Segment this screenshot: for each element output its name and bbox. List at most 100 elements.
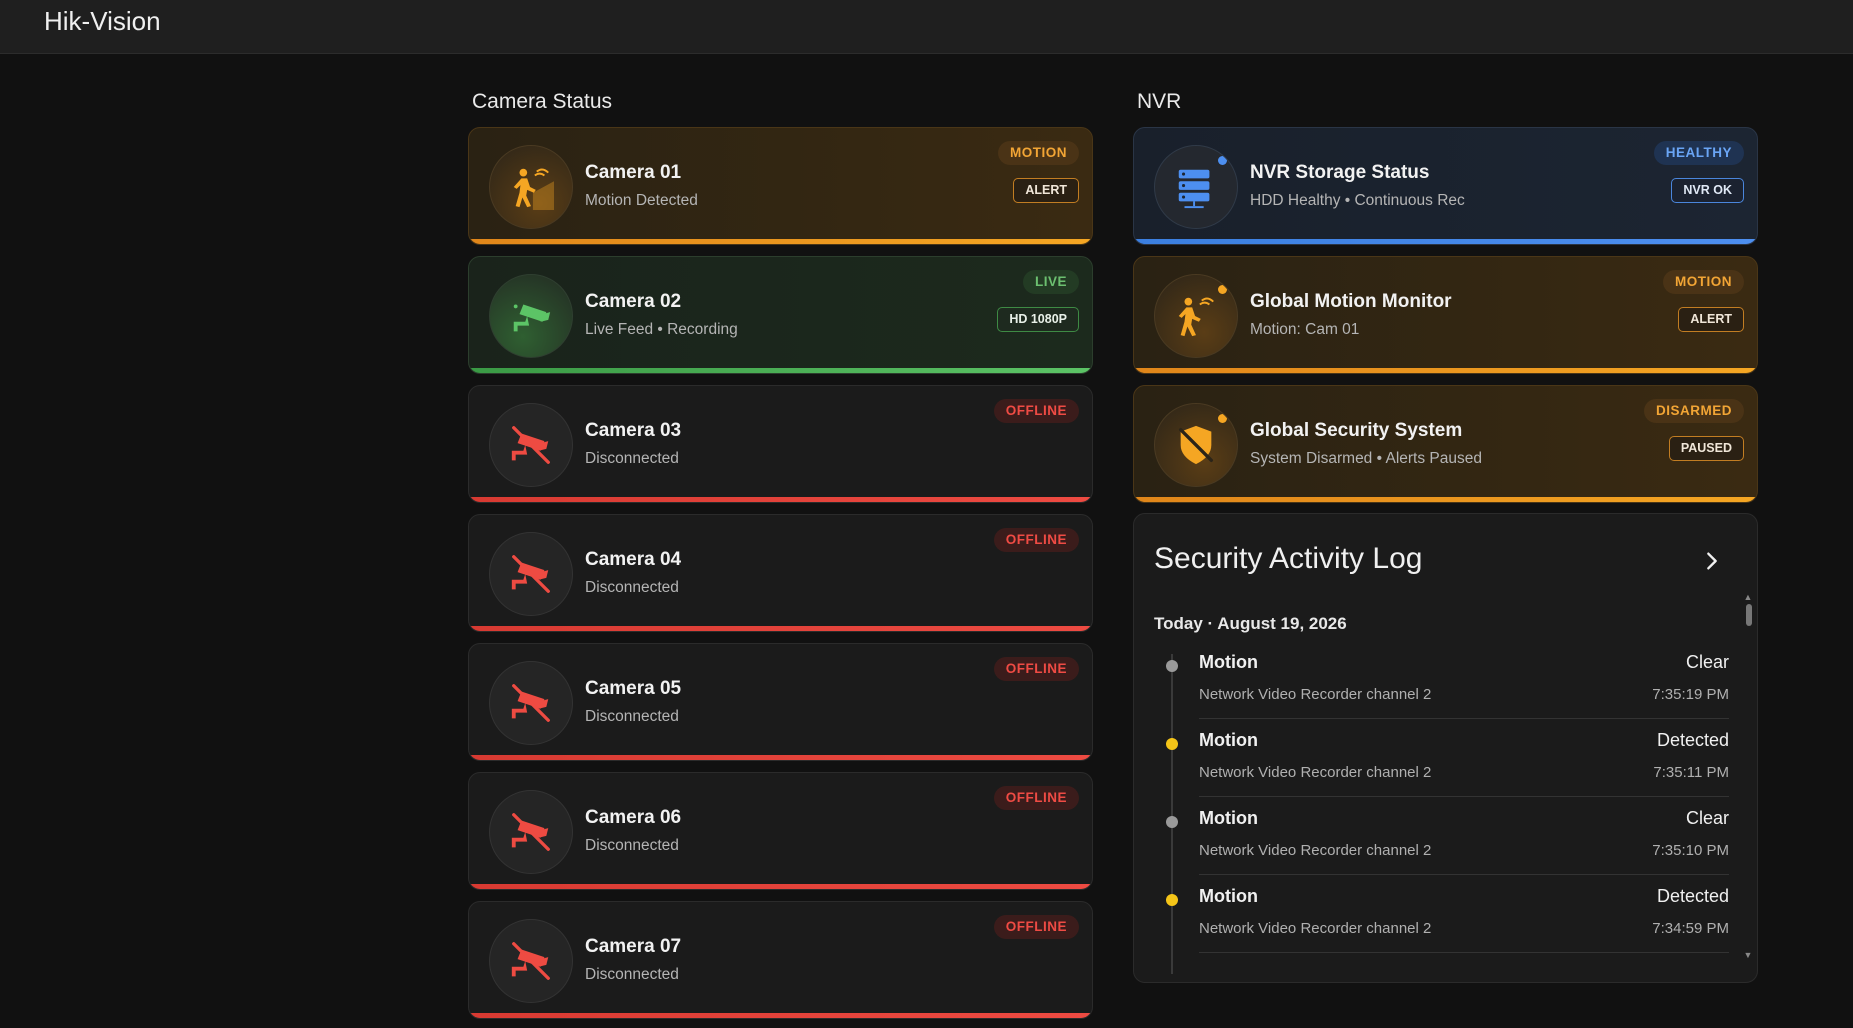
camera-status-text: Disconnected [585,708,679,725]
nvr-heading: NVR [1137,90,1182,113]
status-badge: OFFLINE [993,399,1079,423]
app-title: Hik-Vision [44,6,161,36]
card-status-text: HDD Healthy • Continuous Rec [1250,192,1465,209]
status-badge: DISARMED [1643,399,1744,423]
resolution-tag: HD 1080P [997,307,1079,332]
camera-status-text: Disconnected [585,966,679,983]
camera-name: Camera 03 [585,420,682,441]
camera-name: Camera 05 [585,678,682,699]
scroll-up-arrow[interactable]: ▲ [1743,592,1753,602]
camera-status-text: Disconnected [585,837,679,854]
log-entry[interactable]: Motion Clear Network Video Recorder chan… [1154,806,1729,884]
event-state: Detected [1656,886,1729,906]
status-dot [1218,414,1227,423]
cctv-camera-icon [489,274,573,358]
camera-name: Camera 01 [585,162,682,183]
log-title: Security Activity Log [1154,542,1423,575]
camera-status-text: Disconnected [585,579,679,596]
log-entry[interactable]: Motion Detected Network Video Recorder c… [1154,884,1729,962]
status-badge: MOTION [1663,270,1744,294]
event-time: 7:35:10 PM [1652,842,1729,859]
global-security-card[interactable]: Global Security System System Disarmed •… [1133,385,1758,503]
camera-off-icon [489,403,573,487]
event-state: Detected [1656,730,1729,750]
status-bar [469,239,1092,244]
camera-name: Camera 04 [585,549,682,570]
status-badge: HEALTHY [1653,141,1744,165]
event-dot [1166,660,1178,672]
event-type: Motion [1199,652,1258,672]
card-name: Global Motion Monitor [1250,291,1452,312]
paused-tag: PAUSED [1668,436,1744,461]
card-status-text: Motion: Cam 01 [1250,321,1360,338]
status-bar [469,626,1092,631]
event-time: 7:35:19 PM [1652,686,1729,703]
camera-status-text: Disconnected [585,450,679,467]
status-bar [469,497,1092,502]
camera-card-02[interactable]: Camera 02 Live Feed • Recording LIVE HD … [468,256,1093,374]
alert-tag: ALERT [1678,307,1744,332]
status-bar [469,755,1092,760]
event-type: Motion [1199,730,1258,750]
event-type: Motion [1199,886,1258,906]
event-source: Network Video Recorder channel 2 [1199,842,1432,859]
camera-card-07[interactable]: Camera 07 Disconnected OFFLINE [468,901,1093,1019]
global-motion-card[interactable]: Global Motion Monitor Motion: Cam 01 MOT… [1133,256,1758,374]
divider [1199,718,1729,719]
status-badge: MOTION [998,141,1079,165]
event-dot [1166,738,1178,750]
camera-card-06[interactable]: Camera 06 Disconnected OFFLINE [468,772,1093,890]
top-bar: Hik-Vision [0,0,1853,54]
scrollbar-thumb[interactable] [1746,604,1752,626]
status-bar [1134,497,1757,502]
divider [1199,952,1729,953]
chevron-right-icon[interactable] [1701,550,1723,572]
event-time: 7:35:11 PM [1653,764,1729,781]
card-status-text: System Disarmed • Alerts Paused [1250,450,1482,467]
status-bar [469,884,1092,889]
nvr-tag: NVR OK [1671,178,1744,203]
motion-person-icon [1154,274,1238,358]
event-time: 7:34:59 PM [1652,920,1729,937]
status-bar [1134,368,1757,373]
camera-card-05[interactable]: Camera 05 Disconnected OFFLINE [468,643,1093,761]
event-state: Clear [1685,652,1729,672]
log-entry[interactable]: Motion Clear Network Video Recorder chan… [1154,650,1729,728]
camera-off-icon [489,919,573,1003]
camera-name: Camera 07 [585,936,682,957]
server-icon [1154,145,1238,229]
status-bar [1134,239,1757,244]
divider [1199,874,1729,875]
status-dot [1218,285,1227,294]
log-entry[interactable]: Motion Detected Network Video Recorder c… [1154,728,1729,806]
camera-name: Camera 02 [585,291,682,312]
log-date: Today · August 19, 2026 [1154,614,1347,633]
status-badge: OFFLINE [993,915,1079,939]
camera-status-text: Motion Detected [585,192,698,209]
camera-status-text: Live Feed • Recording [585,321,738,338]
card-name: NVR Storage Status [1250,162,1430,183]
security-activity-log: Security Activity Log Today · August 19,… [1133,513,1758,983]
status-bar [469,368,1092,373]
card-name: Global Security System [1250,420,1463,441]
shield-off-icon [1154,403,1238,487]
event-dot [1166,894,1178,906]
status-badge: OFFLINE [993,786,1079,810]
divider [1199,796,1729,797]
status-bar [469,1013,1092,1018]
scroll-down-arrow[interactable]: ▼ [1743,950,1753,960]
event-type: Motion [1199,808,1258,828]
camera-card-04[interactable]: Camera 04 Disconnected OFFLINE [468,514,1093,632]
camera-off-icon [489,661,573,745]
event-state: Clear [1685,808,1729,828]
camera-off-icon [489,790,573,874]
status-badge: LIVE [1022,270,1079,294]
status-badge: OFFLINE [993,528,1079,552]
alert-tag: ALERT [1013,178,1079,203]
camera-card-01[interactable]: Camera 01 Motion Detected MOTION ALERT [468,127,1093,245]
event-dot [1166,816,1178,828]
camera-card-03[interactable]: Camera 03 Disconnected OFFLINE [468,385,1093,503]
status-dot [1218,156,1227,165]
event-source: Network Video Recorder channel 2 [1199,920,1432,937]
nvr-storage-card[interactable]: NVR Storage Status HDD Healthy • Continu… [1133,127,1758,245]
